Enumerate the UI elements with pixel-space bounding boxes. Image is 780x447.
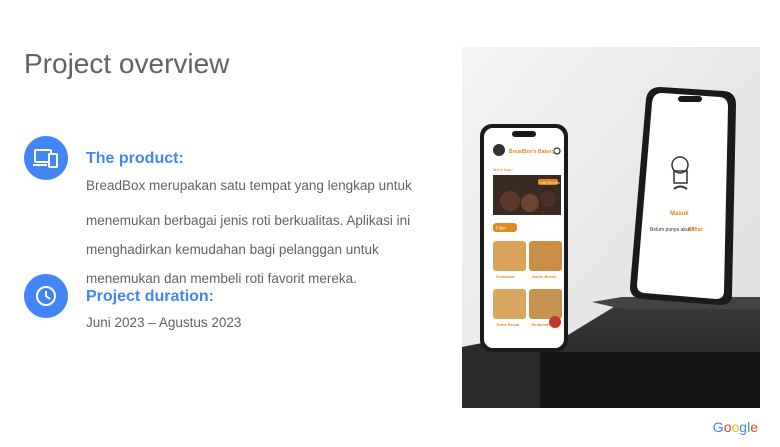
devices-icon <box>33 149 58 168</box>
product-line: BreadBox merupakan satu tempat yang leng… <box>86 178 412 193</box>
login-label: Masuk <box>670 211 689 217</box>
product-name: Turtle Bread <box>496 322 520 327</box>
product-name: Brotchen <box>532 322 550 327</box>
clock-icon <box>36 286 56 306</box>
product-section-icon <box>24 136 68 180</box>
product-line: menghadirkan kemudahan bagi pelanggan un… <box>86 242 379 257</box>
product-description: BreadBox merupakan satu tempat yang leng… <box>86 171 436 293</box>
page-title: Project overview <box>24 48 230 79</box>
menu-label: Menu Baru <box>493 167 513 172</box>
filter-label: Filter <box>496 226 507 231</box>
signup-link: Daftar <box>688 227 703 233</box>
app-mockup-photo: Masuk Belum punya akun? Daftar BreadBox'… <box>462 47 760 408</box>
google-logo: Google <box>712 419 758 435</box>
mockup-scene: Masuk Belum punya akun? Daftar BreadBox'… <box>462 47 760 408</box>
product-heading: The product: <box>86 150 184 167</box>
duration-section-icon <box>24 274 68 318</box>
banner-badge: Coba Sekarang <box>539 181 560 185</box>
right-phone <box>630 87 736 305</box>
product-name: Croissant <box>496 274 515 279</box>
duration-text: Juni 2023 – Agustus 2023 <box>86 315 242 330</box>
product-name: Garlic Bread <box>532 274 556 279</box>
duration-heading: Project duration: <box>86 288 215 305</box>
product-line: menemukan berbagai jenis roti berkualita… <box>86 213 411 228</box>
app-title: BreadBox's Bakery <box>509 149 555 155</box>
left-phone <box>480 124 568 352</box>
